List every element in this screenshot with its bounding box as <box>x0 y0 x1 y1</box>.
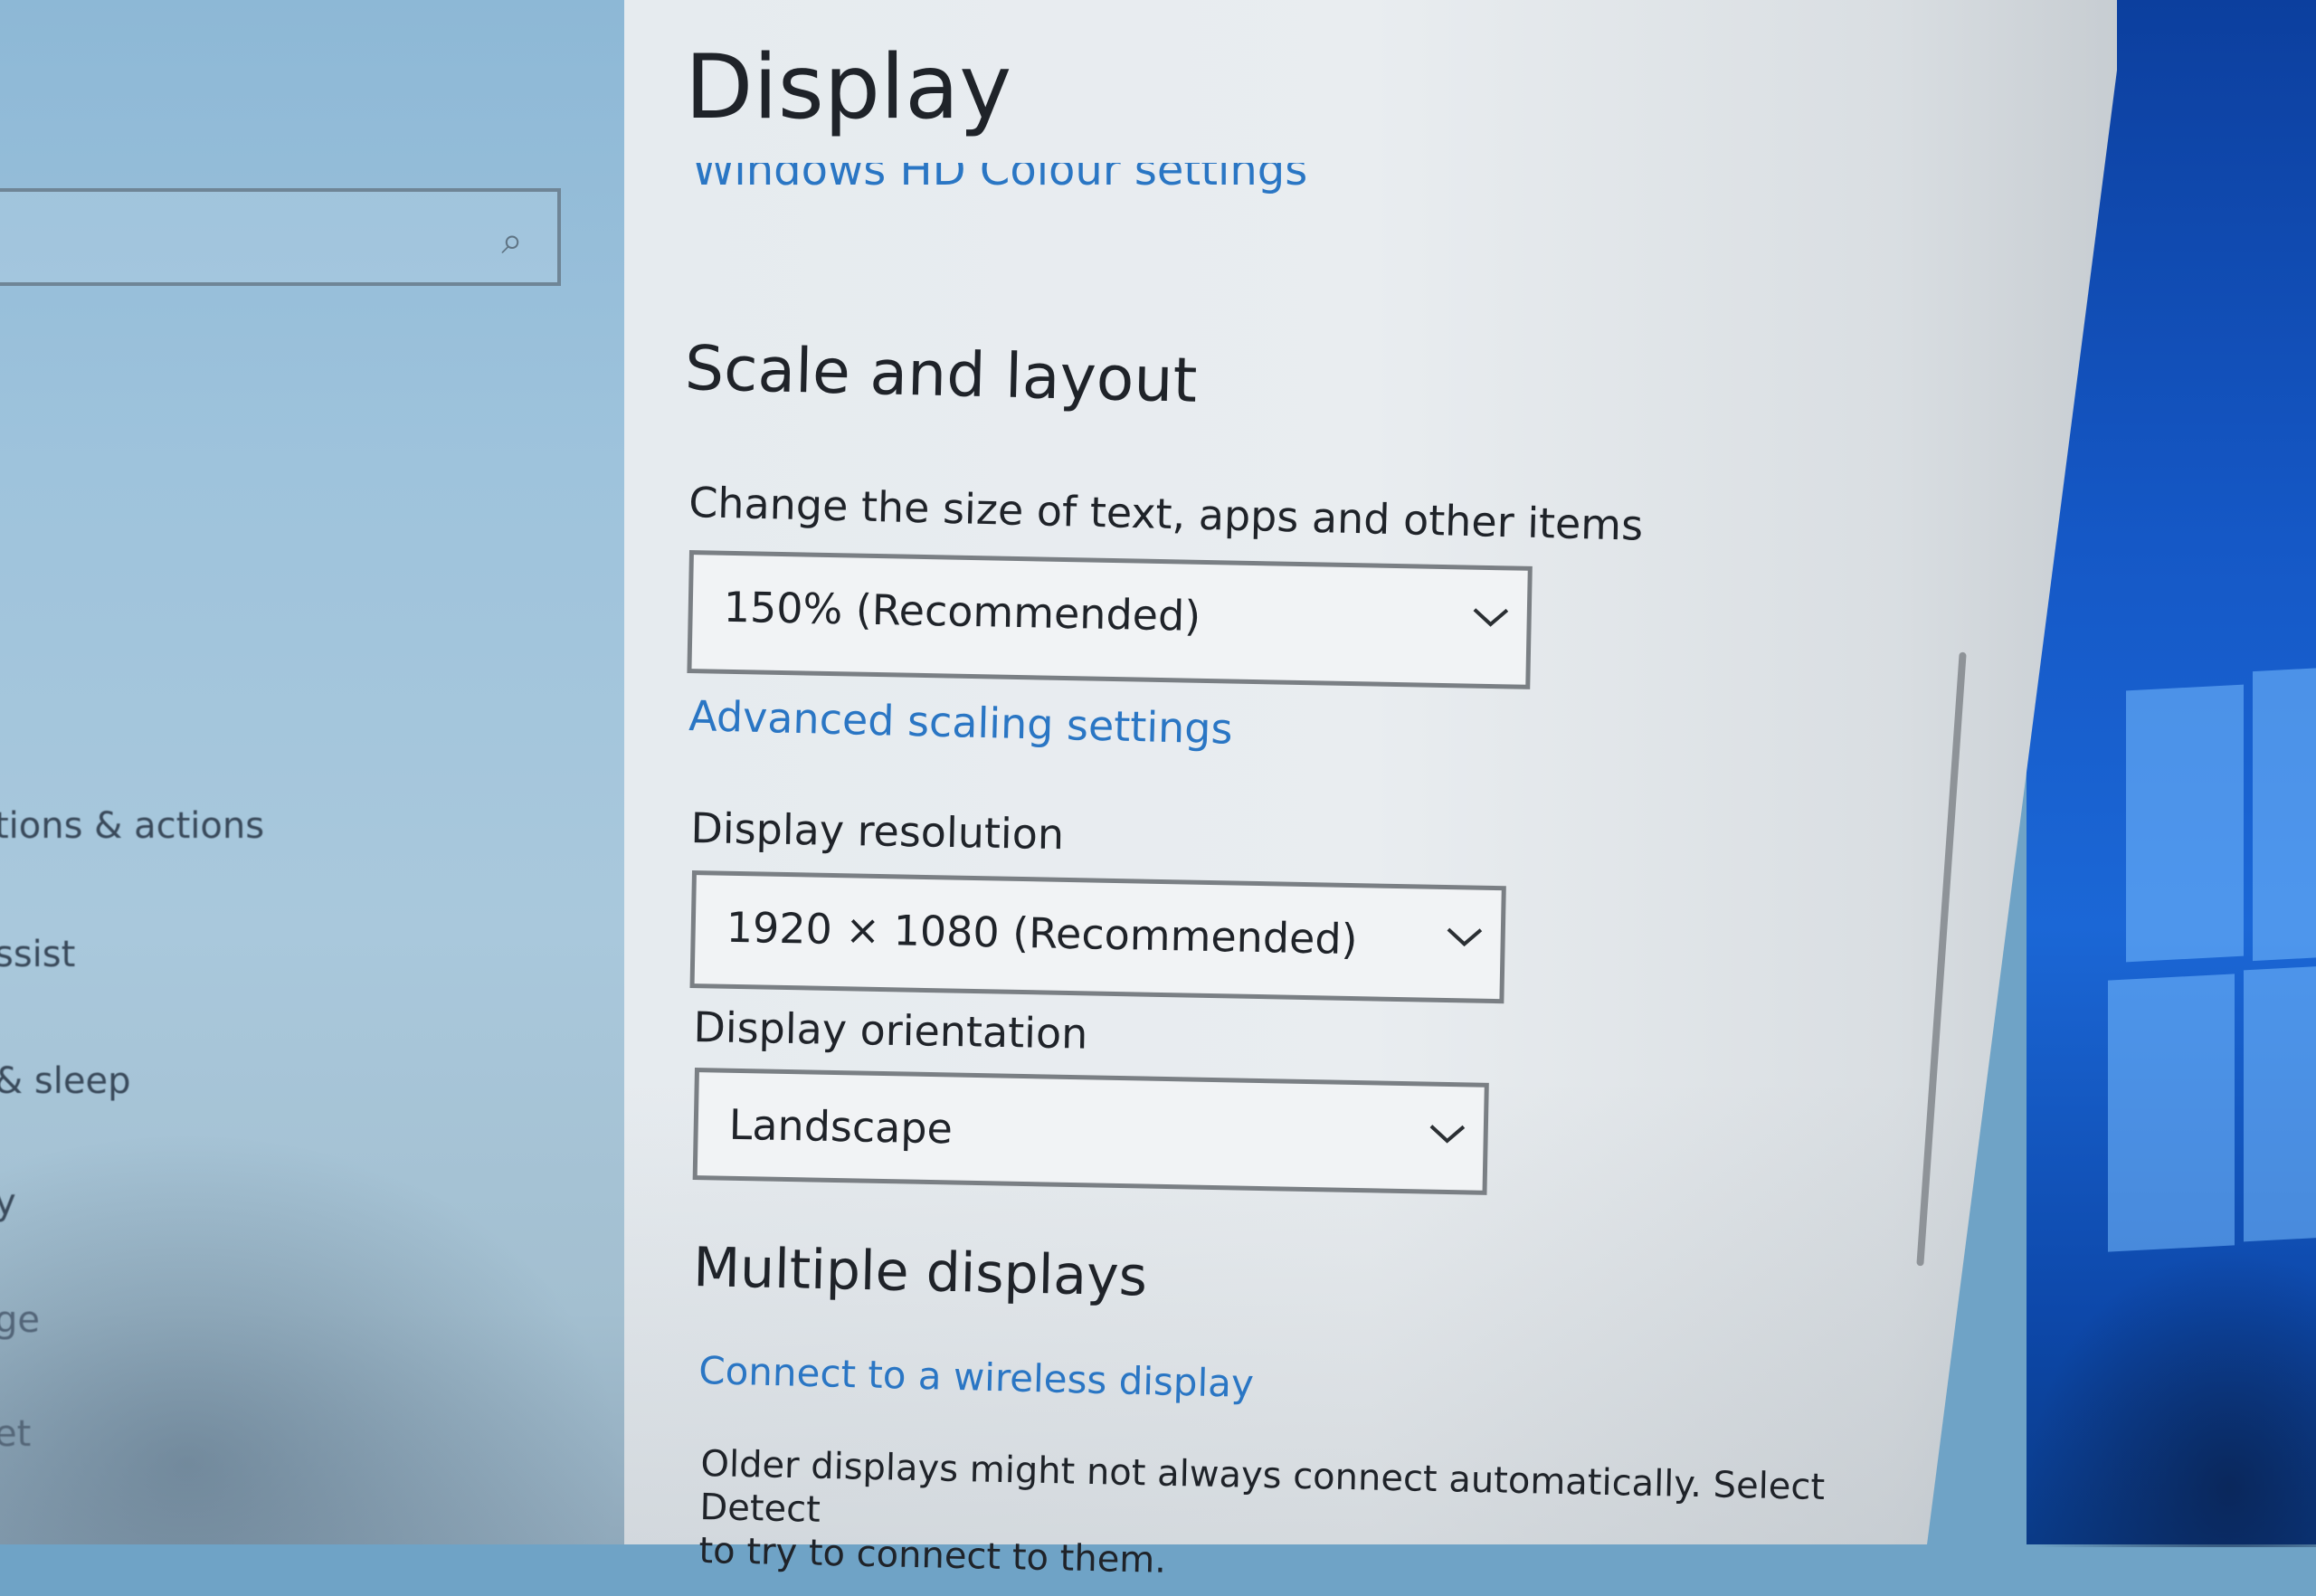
windows-logo-pane <box>2253 667 2316 962</box>
page-title: Display <box>685 36 1012 139</box>
orientation-dropdown-value: Landscape <box>728 1099 954 1154</box>
windows-logo-pane <box>2108 974 2235 1252</box>
sidebar-item-focus-assist[interactable]: ssist <box>0 934 75 975</box>
sidebar-shadow <box>0 1131 624 1544</box>
orientation-dropdown[interactable]: Landscape <box>692 1068 1489 1195</box>
search-input[interactable]: ⌕ <box>0 188 561 286</box>
sidebar-item-notifications[interactable]: tions & actions <box>0 805 264 847</box>
windows-logo-pane <box>2244 965 2316 1242</box>
orientation-label: Display orientation <box>693 1002 1088 1059</box>
scale-layout-heading: Scale and layout <box>684 333 1199 417</box>
chevron-down-icon <box>1427 1119 1466 1147</box>
multiple-displays-heading: Multiple displays <box>692 1236 1148 1309</box>
settings-sidebar: ⌕ tions & actions ssist & sleep y ge et <box>0 0 624 1544</box>
chevron-down-icon <box>1470 603 1509 631</box>
scale-dropdown-value: 150% (Recommended) <box>723 582 1201 641</box>
search-icon[interactable]: ⌕ <box>490 219 534 262</box>
sidebar-item-power-sleep[interactable]: & sleep <box>0 1060 130 1102</box>
resolution-dropdown[interactable]: 1920 × 1080 (Recommended) <box>689 870 1506 1004</box>
chevron-down-icon <box>1444 922 1483 950</box>
resolution-dropdown-value: 1920 × 1080 (Recommended) <box>726 902 1359 964</box>
detect-note: Older displays might not always connect … <box>698 1442 1841 1596</box>
windows-logo-pane <box>2126 684 2244 963</box>
display-settings-panel <box>624 0 2117 1544</box>
desktop-shadow <box>2026 1249 2316 1547</box>
scale-dropdown[interactable]: 150% (Recommended) <box>687 550 1533 689</box>
resolution-label: Display resolution <box>690 803 1065 860</box>
